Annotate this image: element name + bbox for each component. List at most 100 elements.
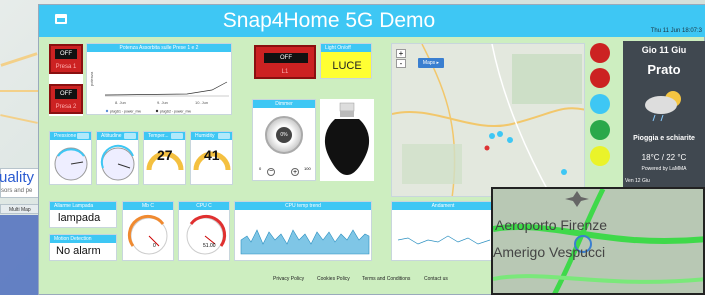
map-marker xyxy=(561,169,567,175)
widget-header: Mb C xyxy=(123,202,173,210)
antenna-icon[interactable] xyxy=(590,120,610,140)
temperature-value: 27 xyxy=(157,147,173,163)
switch-label: Presa 2 xyxy=(55,104,77,110)
power-chart-xtick: 10. Jun xyxy=(195,100,208,105)
widget-header: Humidity xyxy=(191,132,232,140)
background-text: uality xyxy=(0,169,35,186)
weather-day: Gio 11 Giu xyxy=(641,45,687,55)
cpu-gauge-widget-1: Mb C 0 xyxy=(122,201,174,261)
gauge-title: CPU C xyxy=(196,203,212,209)
gauge-widget-altitudine: Altitudine xyxy=(96,131,139,185)
dimmer-min-button[interactable]: − xyxy=(267,168,275,176)
cpu-trend-area xyxy=(240,229,370,255)
background-panel: Multi Map xyxy=(0,204,40,214)
dimmer-knob-inner: 0% xyxy=(276,127,292,143)
traffic-map-overlay[interactable]: Aeroporto Firenze Amerigo Vespucci xyxy=(491,187,705,295)
gauge-title: Mb C xyxy=(142,203,154,209)
switch-label: L1 xyxy=(281,69,289,75)
weather-powered: Powered by LaMMA xyxy=(641,166,687,172)
background-water xyxy=(0,215,38,295)
widget-header: Altitudine xyxy=(97,132,138,140)
background-road xyxy=(0,90,38,92)
traffic-label-1: Aeroporto Firenze xyxy=(495,217,608,233)
switch-lcd: OFF xyxy=(55,49,77,59)
header-bar: Snap4Home 5G Demo Thu 11 Jun 18:07:3 xyxy=(39,5,705,37)
dimmer-min-label: 0 xyxy=(259,166,262,171)
switch-light-l1[interactable]: OFF L1 xyxy=(254,45,316,79)
footer-link-contact[interactable]: Contact us xyxy=(424,276,448,282)
power-chart-legend: plugS2 - power_mw xyxy=(160,110,191,114)
gauge-widget-pressione: Pressione xyxy=(49,131,92,185)
gauge-title: Temper... xyxy=(148,133,169,139)
background-text: Multi Map xyxy=(9,207,31,213)
power-chart-title: Potenza Assorbita sulle Prese 1 e 2 xyxy=(119,45,199,51)
dimmer-value: 0% xyxy=(280,132,288,138)
power-chart-xtick: 9. Jun xyxy=(157,100,168,105)
widget-header: Dimmer xyxy=(253,100,315,108)
traffic-label-2: Amerigo Vespucci xyxy=(493,244,606,260)
dimmer-plus-button[interactable]: + xyxy=(291,168,299,176)
tower-icon[interactable] xyxy=(590,68,610,88)
background-panel: uality sors and pe xyxy=(0,168,40,198)
andamento-title: Andament xyxy=(431,203,455,209)
dimmer-knob[interactable]: 0% xyxy=(265,116,303,154)
widget-header: Pressione xyxy=(50,132,91,140)
light-onoff-widget: Light On/off LUCE xyxy=(320,43,372,79)
switch-presa-1[interactable]: OFF Presa 1 xyxy=(49,44,83,74)
map-marker xyxy=(484,145,490,151)
map-zoom-out-button[interactable]: - xyxy=(396,59,406,68)
power-chart-widget: Potenza Assorbita sulle Prese 1 e 2 pote… xyxy=(86,43,232,115)
widget-header: CPU C xyxy=(179,202,229,210)
dimmer-widget: Dimmer 0% − + 0 100 xyxy=(252,99,316,181)
power-chart-legend: plugS1 - power_mw xyxy=(110,110,141,114)
sensor-icon[interactable] xyxy=(590,146,610,166)
dimmer-title: Dimmer xyxy=(275,101,293,107)
motion-detection-widget: Motion Detection No alarm xyxy=(49,234,117,261)
background-text: sors and pe xyxy=(1,188,33,194)
gauge-widget-temperature: Temper... 27 xyxy=(143,131,186,185)
light-onoff-button[interactable]: LUCE xyxy=(321,52,371,78)
cpu-trend-chart xyxy=(240,229,370,255)
humidity-value: 41 xyxy=(204,147,220,163)
switch-presa-2[interactable]: OFF Presa 2 xyxy=(49,84,83,114)
cpu-temp-value: 51.00 xyxy=(203,243,216,249)
power-series-line xyxy=(104,81,228,96)
andamento-line xyxy=(397,235,491,245)
tower-icon[interactable] xyxy=(590,43,610,63)
mb-temp-gauge xyxy=(127,214,168,255)
dimmer-max-label: 100 xyxy=(304,166,311,171)
widget-header: CPU temp trend xyxy=(235,202,371,210)
map-layers-button[interactable]: Maps ▸ xyxy=(418,58,444,68)
power-chart-xtick: 8. Jun xyxy=(115,100,126,105)
switch-lcd: OFF xyxy=(55,89,77,99)
header-date: Thu 11 Jun 18:07:3 xyxy=(650,28,702,34)
widget-header: Allarme Lampada xyxy=(50,202,116,210)
cpu-gauge-widget-2: CPU C 51.00 xyxy=(178,201,230,261)
switch-lcd: OFF xyxy=(264,53,308,63)
footer-link-terms[interactable]: Terms and Conditions xyxy=(362,276,410,282)
gauge-title: Altitudine xyxy=(101,133,122,139)
allarme-lampada-widget: Allarme Lampada lampada xyxy=(49,201,117,228)
footer-link-cookies[interactable]: Cookies Policy xyxy=(317,276,350,282)
weather-description: Pioggia e schiarite xyxy=(633,135,695,142)
map-zoom-in-button[interactable]: + xyxy=(396,49,406,58)
cloud-rain-icon xyxy=(623,85,705,125)
plug-switch-widget: OFF Presa 1 OFF Presa 2 xyxy=(49,44,83,116)
allarme-value: lampada xyxy=(58,212,101,224)
pressure-gauge xyxy=(54,147,88,181)
widget-header: Temper... xyxy=(144,132,185,140)
map-marker xyxy=(497,131,503,137)
weather-temps: 18°C / 22 °C xyxy=(641,153,687,162)
weather-widget: Gio 11 Giu Prato Pioggia e schiarite 18°… xyxy=(623,41,705,189)
light-bulb-icon xyxy=(324,102,370,175)
power-chart-ylabel: potenza xyxy=(89,71,94,86)
cpu-trend-widget: CPU temp trend xyxy=(234,201,372,261)
weather-sensor-icon[interactable] xyxy=(590,94,610,114)
footer-link-privacy[interactable]: Privacy Policy xyxy=(273,276,304,282)
altitude-gauge xyxy=(100,144,135,181)
map-marker xyxy=(507,137,513,143)
motion-value: No alarm xyxy=(56,245,101,257)
page-title: Snap4Home 5G Demo xyxy=(222,9,436,32)
map-marker xyxy=(489,133,495,139)
widget-header: Andament xyxy=(392,202,494,210)
